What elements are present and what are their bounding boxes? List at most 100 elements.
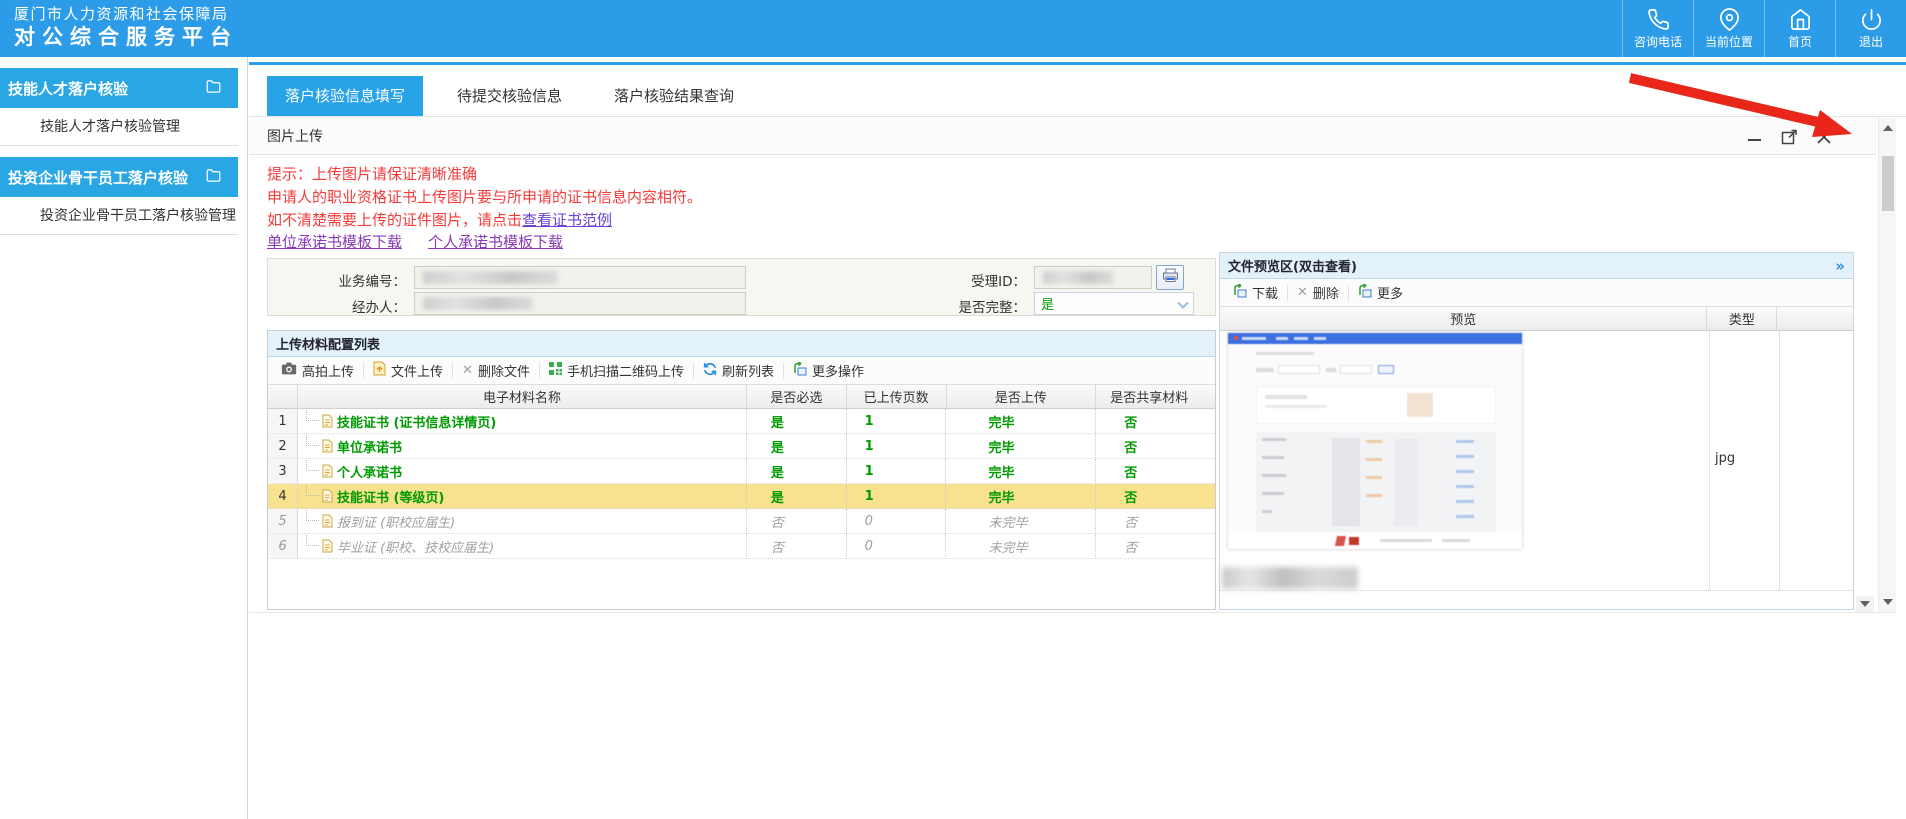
scroll-up-icon bbox=[1883, 125, 1893, 131]
document-icon bbox=[322, 539, 333, 553]
phone-qr-upload-button[interactable]: 手机扫描二维码上传 bbox=[540, 360, 693, 382]
row-index: 5 bbox=[268, 509, 298, 533]
table-row[interactable]: 3 个人承诺书 是 1 完毕 否 bbox=[268, 459, 1215, 484]
table-row[interactable]: 5 报到证 (职校应届生) 否 0 未完毕 否 bbox=[268, 509, 1215, 534]
tab-fill-verification-info[interactable]: 落户核验信息填写 bbox=[267, 76, 424, 116]
delete-file-button[interactable]: ✕ 删除文件 bbox=[453, 360, 539, 382]
table-row[interactable]: 6 毕业证 (职校、技校应届生) 否 0 未完毕 否 bbox=[268, 534, 1215, 559]
biz-no-field[interactable] bbox=[414, 266, 746, 289]
scroll-down-button[interactable] bbox=[1879, 594, 1897, 610]
material-name-cell: 个人承诺书 bbox=[298, 459, 747, 483]
sidebar-item-investment-staff-mgmt[interactable]: 投资企业骨干员工落户核验管理 bbox=[0, 197, 238, 235]
dialog-titlebar: 图片上传 bbox=[249, 118, 1876, 155]
operator-field[interactable] bbox=[414, 292, 746, 315]
tree-line bbox=[305, 459, 319, 471]
print-button[interactable] bbox=[1156, 265, 1184, 290]
scroll-up-button[interactable] bbox=[1879, 120, 1897, 136]
camera-icon bbox=[281, 362, 297, 379]
company-commitment-template-link[interactable]: 单位承诺书模板下载 bbox=[267, 231, 402, 252]
more-button[interactable]: 更多 bbox=[1349, 282, 1412, 304]
preview-toolbar: 下载 ✕ 删除 更多 bbox=[1220, 279, 1853, 307]
sidebar-group-skill-talent[interactable]: 技能人才落户核验 bbox=[0, 68, 238, 108]
uploaded-cell: 未完毕 bbox=[946, 534, 1097, 558]
header-action-hotline[interactable]: 咨询电话 bbox=[1622, 0, 1693, 57]
preview-table-body: jpg bbox=[1220, 331, 1853, 610]
scrollbar-thumb[interactable] bbox=[1882, 156, 1894, 211]
header-action-home[interactable]: 首页 bbox=[1764, 0, 1835, 57]
material-name-cell: 技能证书 (证书信息详情页) bbox=[298, 409, 747, 433]
toolbar-button-label: 更多操作 bbox=[811, 365, 864, 380]
column-header-type: 类型 bbox=[1707, 307, 1778, 330]
redacted-value bbox=[423, 271, 558, 284]
sidebar-item-skill-talent-mgmt[interactable]: 技能人才落户核验管理 bbox=[0, 108, 238, 146]
material-name: 单位承诺书 bbox=[336, 440, 402, 456]
preview-panel-title: 文件预览区(双击查看) bbox=[1228, 260, 1357, 275]
row-index: 4 bbox=[268, 484, 298, 508]
file-upload-icon bbox=[373, 361, 386, 380]
table-row-selected[interactable]: 4 技能证书 (等级页) 是 1 完毕 否 bbox=[268, 484, 1215, 509]
view-certificate-sample-link[interactable]: 查看证书范例 bbox=[522, 211, 612, 229]
delete-button[interactable]: ✕ 删除 bbox=[1288, 282, 1348, 304]
refresh-icon bbox=[703, 362, 717, 380]
file-upload-button[interactable]: 文件上传 bbox=[364, 360, 452, 382]
hint-line-2: 申请人的职业资格证书上传图片要与所申请的证书信息内容相符。 bbox=[267, 188, 703, 206]
accept-id-field[interactable] bbox=[1034, 266, 1152, 289]
more-actions-icon bbox=[793, 360, 807, 380]
tab-verification-result-query[interactable]: 落户核验结果查询 bbox=[596, 76, 752, 116]
maximize-button[interactable] bbox=[1780, 128, 1798, 146]
download-button[interactable]: 下载 bbox=[1224, 282, 1287, 304]
preview-thumbnail[interactable] bbox=[1228, 333, 1522, 549]
app-header: 厦门市人力资源和社会保障局 对公综合服务平台 咨询电话 当前位置 首页 退出 bbox=[0, 0, 1906, 57]
required-cell: 否 bbox=[747, 509, 847, 533]
header-action-logout[interactable]: 退出 bbox=[1835, 0, 1906, 57]
toolbar-button-label: 高拍上传 bbox=[302, 365, 355, 380]
doc-camera-upload-button[interactable]: 高拍上传 bbox=[272, 360, 363, 382]
material-name: 技能证书 (证书信息详情页) bbox=[336, 415, 497, 431]
material-name: 报到证 (职校应届生) bbox=[336, 515, 456, 531]
thumbnail-header-bar bbox=[1228, 333, 1522, 344]
table-row[interactable]: 1 技能证书 (证书信息详情页) 是 1 完毕 否 bbox=[268, 409, 1215, 434]
preview-scroll-down-button[interactable] bbox=[1856, 596, 1874, 612]
scroll-down-icon bbox=[1883, 599, 1893, 605]
row-divider bbox=[1220, 590, 1853, 591]
document-icon bbox=[322, 439, 333, 453]
collapse-panel-icon[interactable]: » bbox=[1835, 257, 1845, 275]
preview-table-header: 预览 类型 bbox=[1220, 307, 1853, 331]
location-icon bbox=[1718, 7, 1741, 31]
phone-icon bbox=[1647, 8, 1670, 31]
header-action-location[interactable]: 当前位置 bbox=[1693, 0, 1764, 57]
sidebar-group-investment-staff[interactable]: 投资企业骨干员工落户核验 bbox=[0, 157, 238, 197]
tab-bar: 落户核验信息填写 待提交核验信息 落户核验结果查询 bbox=[267, 76, 768, 116]
personal-commitment-template-link[interactable]: 个人承诺书模板下载 bbox=[428, 231, 563, 252]
pages-cell: 0 bbox=[847, 534, 947, 558]
upload-table-header: 电子材料名称 是否必选 已上传页数 是否上传 是否共享材料 bbox=[268, 385, 1215, 409]
header-action-label: 退出 bbox=[1858, 34, 1883, 49]
row-index: 1 bbox=[268, 409, 298, 433]
uploaded-cell: 未完毕 bbox=[946, 509, 1097, 533]
more-actions-button[interactable]: 更多操作 bbox=[784, 360, 873, 382]
close-icon[interactable] bbox=[1815, 128, 1833, 146]
logo-platform-name: 对公综合服务平台 bbox=[14, 24, 238, 49]
column-header-material-name: 电子材料名称 bbox=[298, 385, 747, 408]
material-name: 毕业证 (职校、技校应届生) bbox=[336, 540, 495, 556]
vertical-scrollbar[interactable] bbox=[1878, 118, 1896, 612]
required-cell: 是 bbox=[747, 459, 847, 483]
row-index: 6 bbox=[268, 534, 298, 558]
material-name-cell: 技能证书 (等级页) bbox=[298, 484, 747, 508]
form-panel: 业务编号： 受理ID： 经办人： 是否完整： 是 bbox=[267, 258, 1216, 316]
thumbnail-footer bbox=[1228, 533, 1522, 549]
shared-cell: 否 bbox=[1124, 490, 1138, 506]
tab-pending-submission-info[interactable]: 待提交核验信息 bbox=[439, 76, 580, 116]
table-row[interactable]: 2 单位承诺书 是 1 完毕 否 bbox=[268, 434, 1215, 459]
refresh-list-button[interactable]: 刷新列表 bbox=[694, 360, 783, 382]
minimize-button[interactable] bbox=[1745, 128, 1763, 146]
material-name-cell: 毕业证 (职校、技校应届生) bbox=[298, 534, 747, 558]
accent-line bbox=[249, 62, 1906, 65]
complete-select[interactable]: 是 bbox=[1034, 292, 1194, 315]
material-name: 个人承诺书 bbox=[336, 465, 402, 481]
accept-id-label: 受理ID： bbox=[971, 274, 1026, 290]
required-cell: 否 bbox=[747, 534, 847, 558]
preview-panel-header: 文件预览区(双击查看) » bbox=[1220, 253, 1853, 279]
uploaded-cell: 完毕 bbox=[946, 434, 1097, 458]
tree-line bbox=[305, 534, 319, 546]
